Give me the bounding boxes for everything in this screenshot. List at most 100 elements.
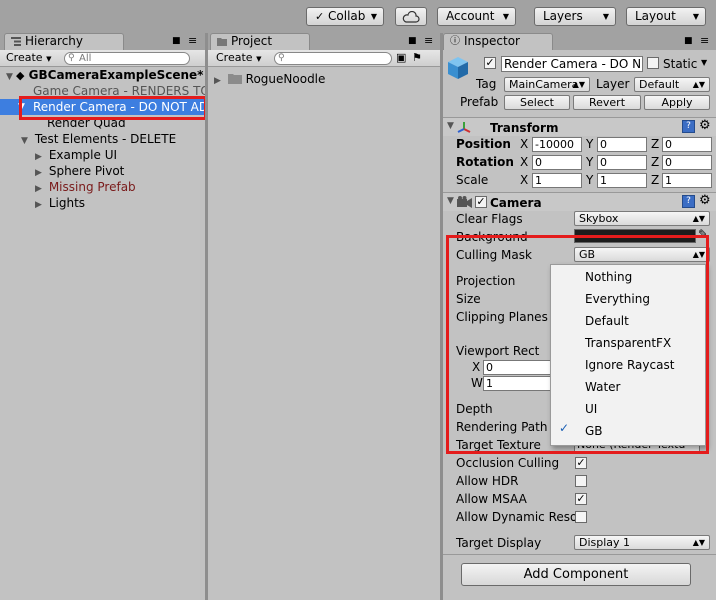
scene-item[interactable]: ▼ ◆ GBCameraExampleScene* [6,67,203,83]
tag-label: Tag [476,77,497,91]
chevron-down-icon[interactable]: ▼ [701,58,707,67]
rotation-z-field[interactable]: 0 [662,155,712,170]
expanded-arrow-icon[interactable]: ▼ [447,121,454,131]
chevron-down-icon: ▼ [370,12,377,21]
cloud-button[interactable] [395,7,427,26]
collapsed-arrow-icon[interactable]: ▶ [214,73,224,89]
tag-value: MainCamera [509,78,579,91]
add-component-button[interactable]: Add Component [461,563,691,586]
chevron-down-icon: ▼ [256,55,262,63]
create-button[interactable]: Create ▼ [0,51,58,66]
layer-value: Default [639,78,680,91]
x-label[interactable]: X [520,136,528,152]
clear-flags-dropdown[interactable]: Skybox ▲▼ [574,211,710,226]
help-book-icon[interactable]: ? [682,120,695,133]
info-icon: ⓘ [450,36,460,47]
collab-button[interactable]: ✓ Collab ▼ [306,7,384,26]
filter-type-icon[interactable]: ▣ [396,51,406,64]
project-panel: Project ■ ≡ Create ▼ ⚲ ▣ ⚑ ▶ RogueNoodle [208,33,440,600]
search-input[interactable]: ⚲ All [64,52,190,65]
tab-inspector[interactable]: ⓘ Inspector [443,33,553,50]
lock-icon[interactable]: ■ [172,36,181,46]
scale-z-field[interactable]: 1 [662,173,712,188]
y-label[interactable]: Y [586,172,593,188]
transform-axes-icon [457,122,471,133]
target-display-dropdown[interactable]: Display 1 ▲▼ [574,535,710,550]
revert-label: Revert [588,96,626,109]
lock-icon[interactable]: ■ [408,36,417,46]
prefab-revert-button[interactable]: Revert [573,95,641,110]
tab-project[interactable]: Project [210,33,310,50]
expanded-arrow-icon[interactable]: ▼ [6,69,16,85]
search-icon: ⚲ [278,53,285,63]
scene-label: GBCameraExampleScene* [28,68,204,82]
active-checkbox[interactable]: ✓ [484,57,496,69]
prefab-apply-button[interactable]: Apply [644,95,710,110]
collapsed-arrow-icon[interactable]: ▶ [35,197,45,213]
transform-header[interactable]: ▼ Transform ? ⚙ [443,117,716,136]
expanded-arrow-icon[interactable]: ▼ [21,133,31,149]
list-item[interactable]: ▶ Lights [35,195,85,211]
occlusion-culling-checkbox[interactable]: ✓ [575,457,587,469]
layers-label: Layers [543,9,583,23]
camera-header[interactable]: ▼ ✓ Camera ? ⚙ [443,192,716,211]
account-label: Account [446,9,495,23]
tab-hierarchy[interactable]: Hierarchy [4,33,124,50]
gear-icon[interactable]: ⚙ [699,118,711,133]
list-item[interactable]: ▶ RogueNoodle [214,71,325,87]
layout-button[interactable]: Layout ▼ [626,7,706,26]
target-display-label: Target Display [456,536,542,550]
y-label[interactable]: Y [586,154,593,170]
x-label[interactable]: X [520,172,528,188]
folder-icon [227,74,242,84]
help-book-icon[interactable]: ? [682,195,695,208]
y-label[interactable]: Y [586,136,593,152]
list-item[interactable]: ▼ Test Elements - DELETE [21,131,176,147]
static-checkbox[interactable] [647,57,659,69]
list-item-missing-prefab[interactable]: ▶ Missing Prefab [35,179,136,195]
layers-button[interactable]: Layers ▼ [534,7,616,26]
scale-x-field[interactable]: 1 [532,173,582,188]
z-label[interactable]: Z [651,154,659,170]
search-input[interactable]: ⚲ [274,52,392,65]
z-label[interactable]: Z [651,136,659,152]
lock-icon[interactable]: ■ [684,36,693,46]
section-divider [443,554,716,555]
create-button[interactable]: Create ▼ [210,51,268,66]
menu-icon[interactable]: ≡ [700,34,709,47]
account-button[interactable]: Account ▼ [437,7,516,26]
layer-label: Layer [596,77,630,91]
rotation-x-field[interactable]: 0 [532,155,582,170]
allow-hdr-checkbox[interactable] [575,475,587,487]
rotation-y-field[interactable]: 0 [597,155,647,170]
x-label[interactable]: X [520,154,528,170]
label-tag-icon[interactable]: ⚑ [412,51,422,64]
prefab-label: Prefab [460,95,499,109]
list-item[interactable]: ▶ Sphere Pivot [35,163,124,179]
chevron-down-icon: ▼ [46,55,52,63]
menu-icon[interactable]: ≡ [424,34,433,47]
chevron-down-icon: ▼ [692,12,699,21]
prefab-select-button[interactable]: Select [504,95,570,110]
position-x-field[interactable]: -10000 [532,137,582,152]
position-z-field[interactable]: 0 [662,137,712,152]
menu-icon[interactable]: ≡ [188,34,197,47]
object-name-field[interactable]: Render Camera - DO N [501,56,643,72]
expanded-arrow-icon[interactable]: ▼ [447,196,454,206]
scale-label: Scale [456,173,489,187]
layer-dropdown[interactable]: Default ▲▼ [634,77,710,92]
gear-icon[interactable]: ⚙ [699,193,711,208]
camera-enabled-checkbox[interactable]: ✓ [475,196,487,208]
create-label: Create [216,51,253,64]
list-item[interactable]: ▶ Example UI [35,147,117,163]
z-label[interactable]: Z [651,172,659,188]
scale-y-field[interactable]: 1 [597,173,647,188]
camera-icon [457,196,472,208]
layout-label: Layout [635,9,676,23]
allow-dynamic-resolution-checkbox[interactable] [575,511,587,523]
tag-dropdown[interactable]: MainCamera ▲▼ [504,77,590,92]
hierarchy-subbar: Create ▼ ⚲ All [0,50,205,67]
position-y-field[interactable]: 0 [597,137,647,152]
item-label: Example UI [48,148,118,162]
allow-msaa-checkbox[interactable]: ✓ [575,493,587,505]
